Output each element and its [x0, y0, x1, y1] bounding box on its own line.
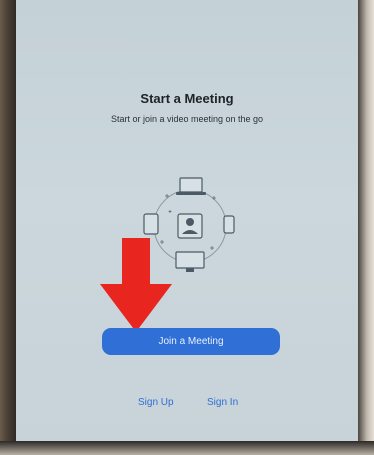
user-icon [177, 213, 203, 239]
tablet-icon [143, 213, 159, 235]
sign-in-link[interactable]: Sign In [207, 397, 238, 408]
join-meeting-button[interactable]: Join a Meeting [102, 328, 280, 355]
sign-up-link[interactable]: Sign Up [138, 397, 174, 408]
monitor-icon [175, 251, 205, 272]
phone-screen: Start a Meeting Start or join a video me… [16, 0, 358, 441]
page-subtitle: Start or join a video meeting on the go [110, 114, 264, 124]
arrow-down-icon [100, 238, 172, 332]
page-title: Start a Meeting [140, 91, 234, 106]
laptop-icon [176, 177, 206, 195]
phone-icon [223, 215, 235, 234]
phone-bezel-bottom [0, 441, 374, 455]
phone-bezel-right [356, 0, 374, 455]
